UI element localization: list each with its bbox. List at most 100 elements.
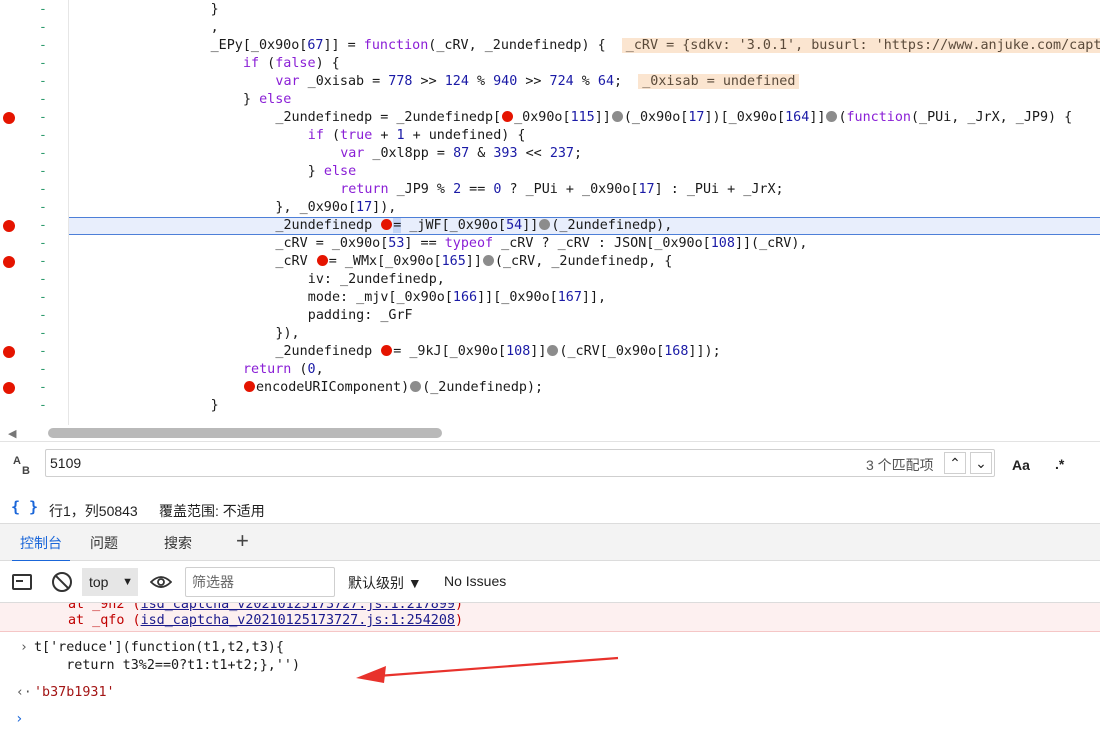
- scroll-left-icon[interactable]: ◀: [8, 427, 16, 440]
- log-levels-dropdown[interactable]: 默认级别 ▼: [348, 573, 422, 593]
- line-number[interactable]: -: [39, 325, 49, 343]
- line-number[interactable]: -: [39, 271, 49, 289]
- tab-search[interactable]: 搜索: [164, 524, 192, 562]
- code-text: if (false) {: [243, 56, 340, 71]
- line-number[interactable]: -: [39, 199, 49, 217]
- show-sidebar-icon[interactable]: [12, 574, 32, 590]
- code-line[interactable]: -}, _0x90o[17]),: [0, 199, 1100, 217]
- breakpoint-icon[interactable]: [3, 346, 15, 358]
- line-number[interactable]: -: [39, 397, 49, 415]
- code-line[interactable]: - if (true + 1 + undefined) {: [0, 127, 1100, 145]
- line-number[interactable]: -: [39, 19, 49, 37]
- source-link[interactable]: isd_captcha_v20210125173727.js:1:217899: [141, 603, 455, 612]
- code-line[interactable]: - _2undefinedp = _2undefinedp[_0x90o[115]…: [0, 109, 1100, 127]
- line-number[interactable]: -: [39, 217, 49, 235]
- breakpoint-icon[interactable]: [3, 256, 15, 268]
- code-line[interactable]: - mode: _mjv[_0x90o[166]][_0x90o[167]],: [0, 289, 1100, 307]
- console-input-line: t['reduce'](function(t1,t2,t3){: [34, 640, 284, 655]
- code-text: ,: [210, 20, 219, 35]
- code-line[interactable]: -}),: [0, 325, 1100, 343]
- code-text: }: [210, 398, 219, 413]
- code-text: } else: [307, 164, 357, 179]
- issues-counter[interactable]: No Issues: [444, 573, 506, 589]
- code-text: }),: [275, 326, 300, 341]
- clear-console-icon[interactable]: [52, 572, 72, 592]
- stack-frame: at _qfo (isd_captcha_v20210125173727.js:…: [68, 613, 464, 628]
- code-line[interactable]: - return _JP9 % 2 == 0 ? _PUi + _0x90o[17…: [0, 181, 1100, 199]
- input-prompt-icon: ›: [20, 640, 28, 655]
- code-text: if (true + 1 + undefined) {: [307, 128, 526, 143]
- line-number[interactable]: -: [39, 91, 49, 109]
- line-number[interactable]: -: [39, 1, 49, 19]
- code-line[interactable]: - padding: _GrF: [0, 307, 1100, 325]
- console-prompt-icon[interactable]: ›: [15, 710, 23, 728]
- regex-button[interactable]: .*: [1055, 456, 1064, 472]
- code-line[interactable]: - _2undefinedp = _9kJ[_0x90o[108]] (_cRV[_…: [0, 343, 1100, 361]
- tab-console[interactable]: 控制台: [12, 524, 70, 562]
- code-line[interactable]: - _cRV = _0x90o[53] == typeof _cRV ? _cRV…: [0, 235, 1100, 253]
- code-line[interactable]: - _EPy[_0x90o[67]] = function(_cRV, _2und…: [0, 37, 1100, 55]
- code-line[interactable]: - _cRV = _WMx[_0x90o[165]] (_cRV, _2undefi…: [0, 253, 1100, 271]
- previous-match-button[interactable]: ⌃: [944, 452, 966, 474]
- line-number[interactable]: -: [39, 181, 49, 199]
- add-tab-icon[interactable]: +: [236, 530, 249, 552]
- horizontal-scrollbar[interactable]: ◀: [0, 425, 1100, 441]
- line-number[interactable]: -: [39, 343, 49, 361]
- code-text: return (0,: [243, 362, 324, 377]
- line-number[interactable]: -: [39, 361, 49, 379]
- code-line[interactable]: -}: [0, 397, 1100, 415]
- code-line[interactable]: - iv: _2undefinedp,: [0, 271, 1100, 289]
- code-line[interactable]: -,: [0, 19, 1100, 37]
- line-number[interactable]: -: [39, 145, 49, 163]
- line-number[interactable]: -: [39, 253, 49, 271]
- line-number[interactable]: -: [39, 163, 49, 181]
- code-line[interactable]: - var _0xl8pp = 87 & 393 << 237;: [0, 145, 1100, 163]
- code-text: var _0xl8pp = 87 & 393 << 237;: [340, 146, 583, 161]
- status-bar: { } 行1，列50843 覆盖范围: 不适用: [0, 495, 1100, 523]
- eye-icon[interactable]: [150, 574, 172, 590]
- filter-input[interactable]: [185, 567, 335, 597]
- code-text: padding: _GrF: [307, 308, 413, 323]
- code-line[interactable]: - if (false) {: [0, 55, 1100, 73]
- context-selector[interactable]: top ▼: [82, 568, 138, 596]
- line-number[interactable]: -: [39, 127, 49, 145]
- breakpoint-icon[interactable]: [3, 382, 15, 394]
- line-number[interactable]: -: [39, 73, 49, 91]
- tab-issues[interactable]: 问题: [90, 524, 118, 562]
- code-line[interactable]: - _2undefinedp = _jWF[_0x90o[54]] (_2undef…: [0, 217, 1100, 235]
- line-number[interactable]: -: [39, 289, 49, 307]
- line-number[interactable]: -: [39, 379, 49, 397]
- replace-toggle-icon[interactable]: A B: [13, 456, 30, 477]
- next-match-button[interactable]: ⌄: [970, 452, 992, 474]
- chevron-down-icon: ▼: [122, 576, 133, 588]
- source-link[interactable]: isd_captcha_v20210125173727.js:1:254208: [141, 613, 455, 628]
- code-line[interactable]: - var _0xisab = 778 >> 124 % 940 >> 724 %…: [0, 73, 1100, 91]
- code-editor[interactable]: -} -, - _EPy[_0x90o[67]] = function(_cRV, _…: [0, 0, 1100, 425]
- code-text: _2undefinedp = _jWF[_0x90o[54]] (_2undefi…: [275, 218, 673, 233]
- code-line[interactable]: - } else: [0, 163, 1100, 181]
- console-toolbar: top▼ 默认级别 ▼ No Issues: [0, 561, 1100, 603]
- code-text: _2undefinedp = _9kJ[_0x90o[108]] (_cRV[_0…: [275, 344, 721, 359]
- line-number[interactable]: -: [39, 109, 49, 127]
- code-text: }: [210, 2, 219, 17]
- code-text: _EPy[_0x90o[67]] = function(_cRV, _2unde…: [211, 37, 1100, 55]
- line-number[interactable]: -: [39, 307, 49, 325]
- search-input-wrapper: 3 个匹配项 ⌃ ⌄: [45, 449, 995, 477]
- line-number[interactable]: -: [39, 55, 49, 73]
- search-input[interactable]: [50, 453, 650, 473]
- pretty-print-icon[interactable]: { }: [11, 498, 38, 516]
- code-text: _cRV = _WMx[_0x90o[165]] (_cRV, _2undefin…: [275, 254, 673, 269]
- code-line[interactable]: - encodeURIComponent) (_2undefinedp);: [0, 379, 1100, 397]
- breakpoint-icon[interactable]: [3, 112, 15, 124]
- console-output[interactable]: at _9h2 (isd_captcha_v20210125173727.js:…: [0, 603, 1100, 737]
- match-case-button[interactable]: Aa: [1012, 457, 1030, 473]
- code-text: _2undefinedp = _2undefinedp[_0x90o[115]]…: [275, 110, 1073, 125]
- breakpoint-icon[interactable]: [3, 220, 15, 232]
- code-line[interactable]: -} else: [0, 91, 1100, 109]
- line-number[interactable]: -: [39, 37, 49, 55]
- line-number[interactable]: -: [39, 235, 49, 253]
- code-line[interactable]: - return (0,: [0, 361, 1100, 379]
- result-prompt-icon: ‹·: [16, 685, 32, 700]
- scrollbar-thumb[interactable]: [48, 428, 442, 438]
- code-line[interactable]: -}: [0, 1, 1100, 19]
